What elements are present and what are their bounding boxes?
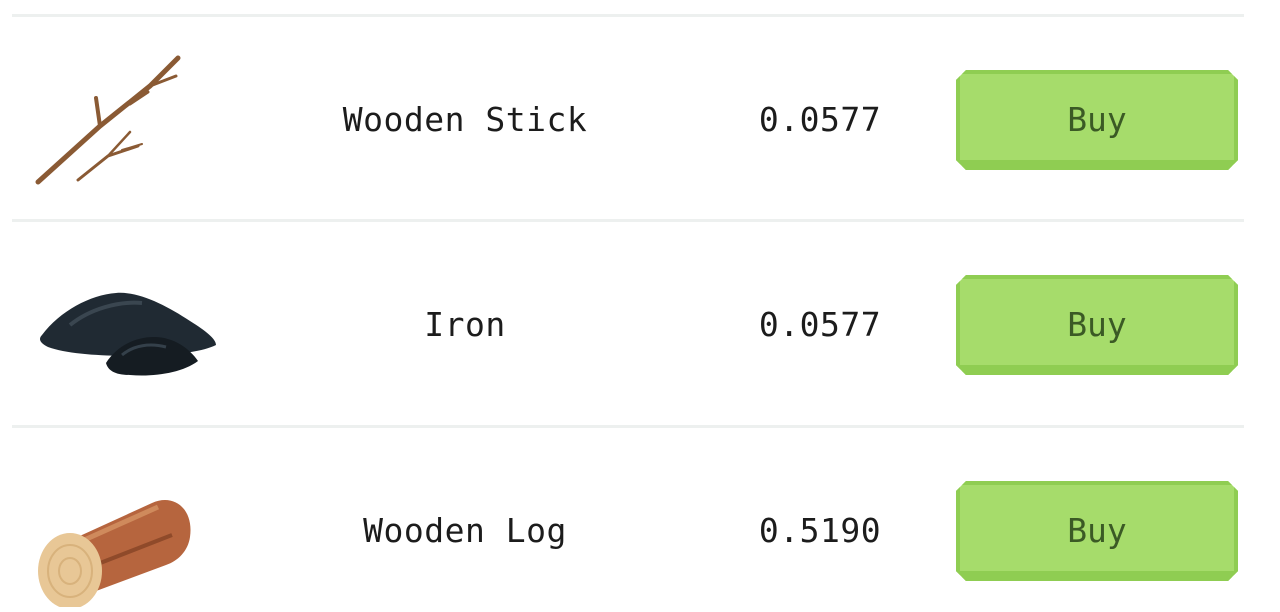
wooden-stick-icon [30, 46, 230, 196]
buy-button-wooden-log[interactable]: Buy [956, 481, 1238, 581]
shop-list: Wooden Stick 0.0577 Buy Iron 0.0577 Buy [0, 0, 1280, 612]
divider [12, 219, 1244, 222]
iron-ore-icon [30, 251, 230, 401]
divider [12, 425, 1244, 428]
buy-button-label: Buy [1067, 511, 1127, 550]
buy-button-label: Buy [1067, 100, 1127, 139]
item-price: 0.0577 [758, 100, 882, 139]
buy-button-label: Buy [1067, 305, 1127, 344]
item-name: Iron [424, 305, 506, 344]
item-price: 0.0577 [758, 305, 882, 344]
item-name: Wooden Stick [342, 100, 588, 139]
item-name: Wooden Log [363, 511, 567, 550]
buy-button-wooden-stick[interactable]: Buy [956, 70, 1238, 170]
buy-button-iron[interactable]: Buy [956, 275, 1238, 375]
list-item-wooden-log: Wooden Log 0.5190 Buy [0, 429, 1280, 612]
list-item-iron: Iron 0.0577 Buy [0, 223, 1280, 427]
item-price: 0.5190 [758, 511, 882, 550]
divider [12, 14, 1244, 17]
wooden-log-icon [30, 457, 230, 607]
list-item-wooden-stick: Wooden Stick 0.0577 Buy [0, 18, 1280, 222]
